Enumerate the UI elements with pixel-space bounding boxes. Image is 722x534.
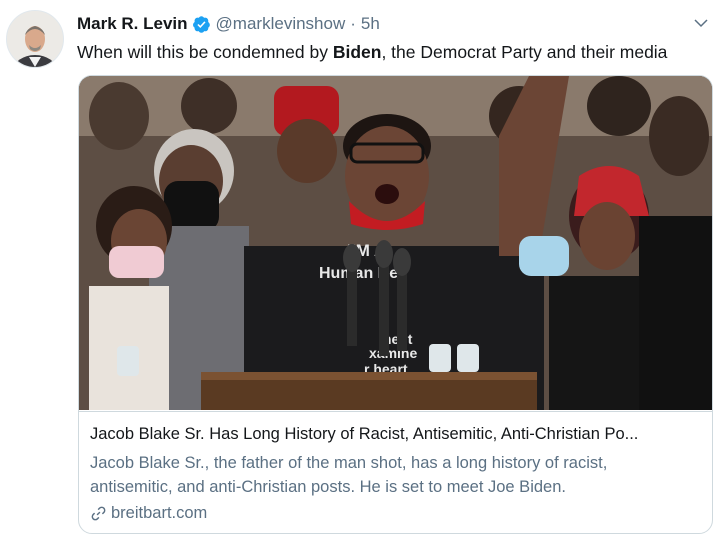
card-domain-text[interactable]: breitbart.com bbox=[111, 504, 207, 523]
author-handle[interactable]: @marklevinshow bbox=[216, 14, 346, 34]
card-description: Jacob Blake Sr., the father of the man s… bbox=[90, 454, 608, 496]
card-photo: I'M A Human Be ment xamine r heart bbox=[79, 76, 712, 410]
card-title[interactable]: Jacob Blake Sr. Has Long History of Raci… bbox=[90, 425, 700, 444]
card-image[interactable]: I'M A Human Be ment xamine r heart bbox=[79, 76, 712, 410]
author-name[interactable]: Mark R. Levin bbox=[77, 14, 188, 34]
separator-dot: · bbox=[350, 14, 356, 33]
tweet-text-end: , the Democrat Party and their media bbox=[381, 42, 668, 62]
tweet[interactable]: Mark R. Levin @marklevinshow · 5h When w… bbox=[0, 0, 722, 534]
verified-badge-icon bbox=[192, 15, 210, 33]
avatar[interactable] bbox=[6, 10, 64, 68]
sign-text-4: xamine bbox=[369, 345, 417, 361]
tweet-text-start: When will this be condemned by bbox=[77, 42, 333, 62]
avatar-portrait bbox=[7, 11, 63, 67]
link-card[interactable]: I'M A Human Be ment xamine r heart Jacob… bbox=[78, 75, 713, 534]
tweet-header: Mark R. Levin @marklevinshow · 5h bbox=[77, 12, 712, 36]
link-icon bbox=[91, 506, 106, 521]
card-domain[interactable]: breitbart.com bbox=[90, 504, 207, 523]
tweet-text: When will this be condemned by Biden, th… bbox=[77, 41, 717, 63]
tweet-timestamp[interactable]: 5h bbox=[361, 14, 380, 34]
chevron-down-icon[interactable] bbox=[692, 14, 710, 32]
card-info[interactable]: Jacob Blake Sr. Has Long History of Raci… bbox=[79, 411, 712, 533]
tweet-text-bold: Biden bbox=[332, 42, 382, 62]
